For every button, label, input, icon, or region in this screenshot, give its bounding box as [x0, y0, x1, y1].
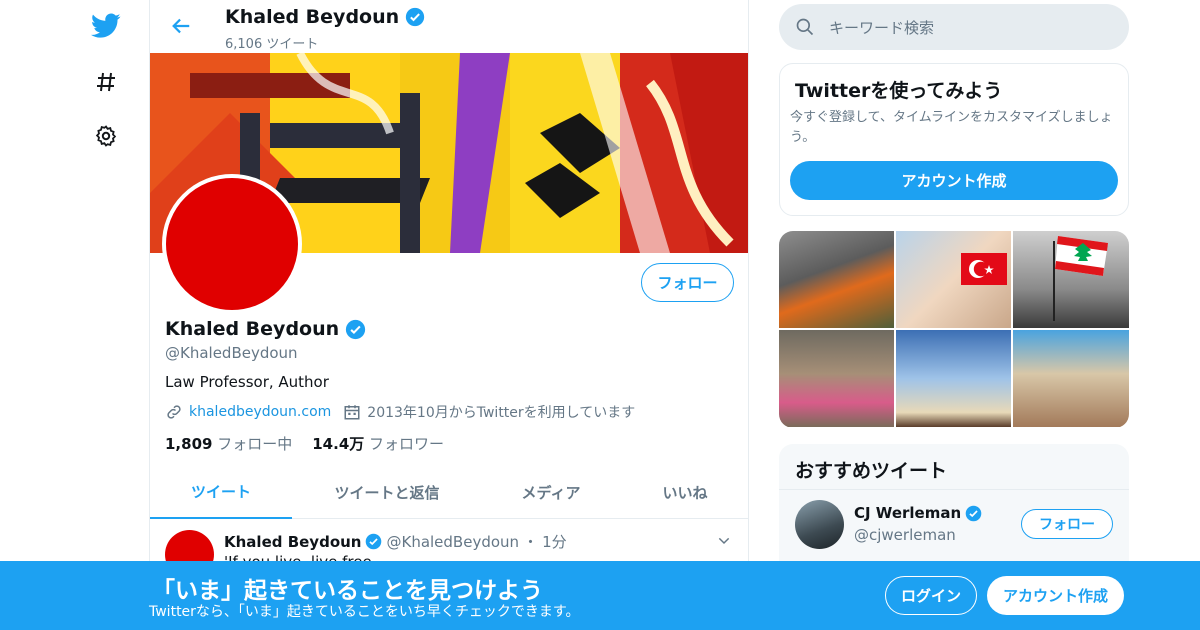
profile-name-text: Khaled Beydoun [165, 318, 340, 340]
tweet-count: 6,106 ツイート [225, 37, 319, 52]
tab-tweets-replies[interactable]: ツイートと返信 [292, 466, 482, 519]
bottom-signup-bar: 「いま」起きていることを見つけよう Twitterなら、「いま」起きていることを… [0, 561, 1200, 630]
link-icon [167, 405, 181, 419]
recommended-title: おすすめツイート [795, 460, 948, 482]
profile-meta: khaledbeydoun.com 2013年10月からTwitterを利用して… [165, 402, 635, 422]
signup-card: Twitterを使ってみよう 今すぐ登録して、タイムラインをカスタマイズしましょ… [779, 63, 1129, 216]
profile-link[interactable]: khaledbeydoun.com [189, 404, 331, 420]
verified-badge-icon [346, 319, 366, 339]
tab-media[interactable]: メディア [482, 466, 620, 519]
verified-badge-icon [965, 505, 982, 521]
following-label: フォロー中 [217, 435, 293, 453]
media-grid [779, 231, 1129, 428]
chevron-down-icon[interactable] [716, 533, 732, 553]
profile-handle: @KhaledBeydoun [165, 344, 298, 362]
tweet-author-name[interactable]: Khaled Beydoun [224, 533, 361, 551]
media-thumb[interactable] [896, 231, 1011, 328]
login-button[interactable]: ログイン [885, 576, 977, 615]
follow-button[interactable]: フォロー [641, 263, 734, 302]
gear-icon[interactable] [88, 118, 124, 154]
followers-label: フォロワー [369, 435, 445, 453]
media-thumb[interactable] [779, 231, 894, 328]
verified-badge-icon [366, 533, 382, 550]
search-placeholder: キーワード検索 [829, 18, 935, 37]
tweet-header: Khaled Beydoun @KhaledBeydoun ・ 1分 [224, 531, 567, 552]
header-name: Khaled Beydoun [225, 6, 425, 28]
recommended-tweets: おすすめツイート CJ Werleman @cjwerleman フォロー [779, 444, 1129, 574]
signup-button[interactable]: アカウント作成 [987, 576, 1124, 615]
tab-likes[interactable]: いいね [620, 466, 748, 519]
followers-stat[interactable]: 14.4万 フォロワー [312, 433, 444, 454]
tab-tweets[interactable]: ツイート [150, 466, 292, 519]
media-thumb[interactable] [896, 330, 1011, 427]
media-thumb[interactable] [1013, 330, 1129, 427]
signup-card-title: Twitterを使ってみよう [795, 80, 1003, 102]
profile-stats: 1,809 フォロー中 14.4万 フォロワー [165, 433, 444, 454]
signup-card-button[interactable]: アカウント作成 [790, 161, 1118, 200]
bottom-bar-title: 「いま」起きていることを見つけよう [152, 578, 543, 604]
header-name-text: Khaled Beydoun [225, 6, 400, 28]
profile-name: Khaled Beydoun [165, 318, 366, 340]
hashtag-icon[interactable] [88, 64, 124, 100]
profile-bio: Law Professor, Author [165, 373, 329, 391]
tweet-time[interactable]: 1分 [542, 531, 567, 552]
recommended-avatar[interactable] [795, 500, 844, 549]
joined-date: 2013年10月からTwitterを利用しています [367, 405, 636, 421]
recommended-handle[interactable]: @cjwerleman [854, 526, 956, 544]
followers-count: 14.4万 [312, 435, 365, 453]
profile-avatar[interactable] [162, 174, 302, 314]
verified-badge-icon [405, 7, 425, 27]
tweet-separator: ・ [523, 533, 539, 551]
back-arrow-icon[interactable] [170, 15, 192, 41]
signup-card-subtitle: 今すぐ登録して、タイムラインをカスタマイズしましょう。 [790, 110, 1113, 145]
profile-column: Khaled Beydoun 6,106 ツイート フォロー Khaled Be… [149, 0, 749, 630]
twitter-bird-icon[interactable] [88, 8, 124, 44]
recommended-name[interactable]: CJ Werleman [854, 504, 982, 522]
search-icon [796, 18, 814, 36]
recommended-name-text: CJ Werleman [854, 504, 962, 522]
search-box[interactable]: キーワード検索 [779, 4, 1129, 50]
tweet-author-handle[interactable]: @KhaledBeydoun [386, 533, 519, 551]
calendar-icon [344, 405, 360, 420]
divider [779, 489, 1129, 490]
media-thumb[interactable] [779, 330, 894, 427]
media-thumb[interactable] [1013, 231, 1129, 328]
following-count: 1,809 [165, 435, 213, 453]
following-stat[interactable]: 1,809 フォロー中 [165, 433, 292, 454]
recommended-follow-button[interactable]: フォロー [1021, 509, 1113, 539]
profile-tabs: ツイート ツイートと返信 メディア いいね [150, 466, 748, 519]
bottom-bar-subtitle: Twitterなら、「いま」起きていることをいち早くチェックできます。 [149, 604, 580, 620]
